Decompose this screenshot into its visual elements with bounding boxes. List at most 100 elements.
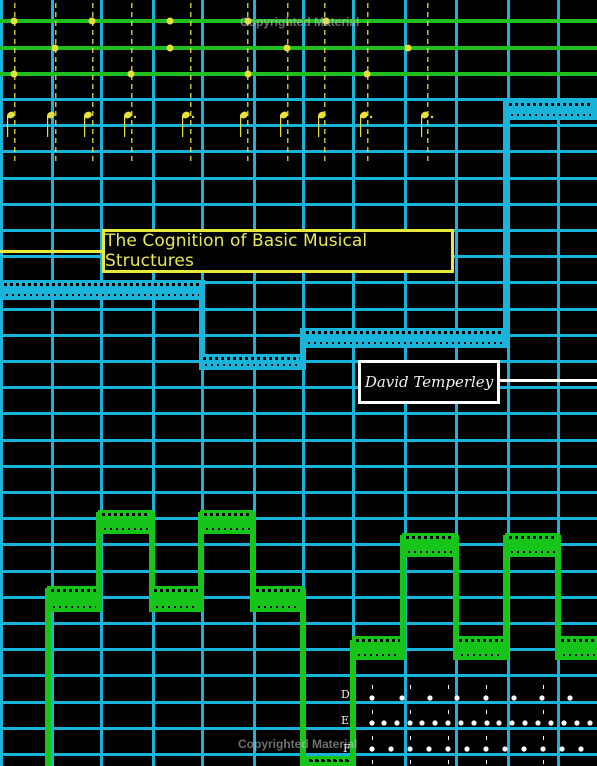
green-melody-segment-pattern <box>230 528 232 530</box>
green-melody-segment-pattern <box>335 760 337 762</box>
beat-tick <box>92 102 94 107</box>
cyan-melody-segment-pattern <box>440 342 442 344</box>
beat-tick <box>324 75 326 80</box>
beat-tick <box>14 147 16 152</box>
green-melody-segment-pattern <box>561 639 564 642</box>
green-melody-segment-pattern <box>294 606 296 608</box>
cyan-melody-segment-pattern <box>458 342 460 344</box>
green-melody-segment-pattern <box>511 551 513 553</box>
cyan-melody-segment-pattern <box>190 283 193 286</box>
beat-tick <box>247 156 249 161</box>
pitch-label-d: D <box>341 688 350 701</box>
beat-tick <box>324 39 326 44</box>
beat-tick <box>190 129 192 134</box>
green-melody-segment-pattern <box>473 654 475 656</box>
beat-tick <box>55 129 57 134</box>
cyan-melody-segment-pattern <box>581 103 584 106</box>
grid-line-horizontal <box>0 412 597 415</box>
cyan-melody-segment-pattern <box>178 283 181 286</box>
cyan-melody-segment-pattern <box>338 342 340 344</box>
green-melody-segment-pattern <box>406 536 409 539</box>
watermark-top: Copyrighted Material <box>240 15 360 29</box>
beat-tick <box>324 30 326 35</box>
cyan-melody-segment-pattern <box>398 342 400 344</box>
cyan-melody-segment-pattern <box>368 342 370 344</box>
green-melody-segment-pattern <box>280 589 283 592</box>
cyan-melody-segment-pattern <box>192 294 194 296</box>
beat-tick <box>427 48 429 53</box>
cyan-melody-segment-pattern <box>535 114 537 116</box>
dot-row-d <box>369 695 375 701</box>
cyan-melody-segment-pattern <box>416 342 418 344</box>
green-melody-segment-pattern <box>108 513 111 516</box>
rhythm-dot <box>88 17 96 25</box>
green-melody-segment-pattern <box>424 536 427 539</box>
green-melody-segment-pattern <box>489 639 492 642</box>
green-melody-segment-pattern <box>178 589 181 592</box>
green-melody-segment-pattern <box>166 589 169 592</box>
cyan-melody-segment-pattern <box>517 114 519 116</box>
dot-tick <box>486 710 487 714</box>
cyan-melody-segment-pattern <box>452 342 454 344</box>
cover-artwork <box>0 0 597 766</box>
green-melody-segment-pattern <box>174 606 176 608</box>
green-melody-segment-pattern <box>368 639 371 642</box>
cyan-melody-segment-pattern <box>396 331 399 334</box>
green-melody-segment-pattern <box>63 589 66 592</box>
cyan-melody-segment-pattern <box>330 331 333 334</box>
green-melody-segment-pattern <box>497 654 499 656</box>
cyan-melody-segment-pattern <box>468 331 471 334</box>
green-melody-segment-pattern <box>57 589 60 592</box>
cyan-melody-segment-pattern <box>587 103 590 106</box>
beat-tick <box>427 75 429 80</box>
green-melody-segment-pattern <box>527 536 530 539</box>
beat-tick <box>324 84 326 89</box>
green-melody-segment-pattern <box>69 589 72 592</box>
beat-tick <box>55 30 57 35</box>
cyan-melody-segment-pattern <box>486 331 489 334</box>
green-melody-segment-pattern <box>553 551 555 553</box>
green-melody-segment-pattern <box>246 513 249 516</box>
green-melody-segment-pattern <box>523 551 525 553</box>
cyan-melody-segment-pattern <box>384 331 387 334</box>
beat-tick <box>324 147 326 152</box>
cyan-melody-segment-pattern <box>66 294 68 296</box>
beat-tick <box>92 93 94 98</box>
cyan-melody-segment-pattern <box>275 357 278 360</box>
cyan-melody-segment-pattern <box>348 331 351 334</box>
note-stem <box>124 115 126 137</box>
beat-tick <box>287 156 289 161</box>
staff-line <box>0 72 597 76</box>
green-melody-segment-pattern <box>128 528 130 530</box>
cyan-melody-segment-pattern <box>283 364 285 366</box>
dot-row-e <box>407 720 413 726</box>
green-melody-segment-pattern <box>436 536 439 539</box>
beat-tick <box>427 129 429 134</box>
beat-tick <box>190 21 192 26</box>
beat-tick <box>427 102 429 107</box>
beat-tick <box>131 120 133 125</box>
green-melody-segment-pattern <box>282 606 284 608</box>
green-melody-segment-pattern <box>248 528 250 530</box>
beat-tick <box>247 66 249 71</box>
green-melody-segment-pattern <box>529 551 531 553</box>
beat-tick <box>190 93 192 98</box>
cyan-melody-segment-pattern <box>241 364 243 366</box>
green-melody-segment-pattern <box>414 551 416 553</box>
cyan-melody-segment-pattern <box>46 283 49 286</box>
dot-tick <box>372 710 373 714</box>
beat-tick <box>190 120 192 125</box>
green-melody-riser <box>45 588 51 766</box>
cyan-melody-segment-pattern <box>374 342 376 344</box>
cyan-melody-segment-pattern <box>482 342 484 344</box>
beat-tick <box>92 57 94 62</box>
cyan-melody-segment-pattern <box>6 294 8 296</box>
beat-tick <box>427 39 429 44</box>
green-melody-segment-pattern <box>471 639 474 642</box>
green-melody-segment-pattern <box>87 589 90 592</box>
cyan-melody-segment-pattern <box>306 331 309 334</box>
note-stem <box>280 115 282 137</box>
cyan-melody-segment-pattern <box>112 283 115 286</box>
beat-tick <box>324 93 326 98</box>
staff-line <box>0 46 597 50</box>
